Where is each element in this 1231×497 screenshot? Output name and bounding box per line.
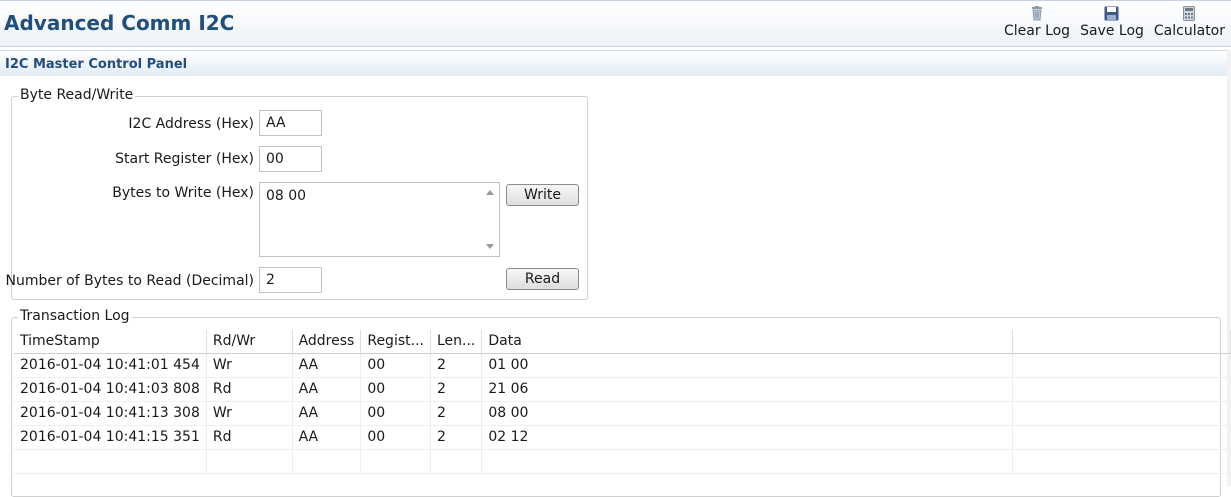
column-header-rd-wr[interactable]: Rd/Wr (206, 330, 293, 354)
table-row[interactable]: 2016-01-04 10:41:15 351 Rd AA 00 2 02 12 (14, 425, 1231, 450)
cell-data: 01 00 (481, 353, 1013, 378)
start-register-label: Start Register (Hex) (115, 151, 254, 167)
cell-filler (1012, 377, 1231, 402)
table-row[interactable]: 2016-01-04 10:41:13 308 Wr AA 00 2 08 00 (14, 401, 1231, 426)
table-row[interactable]: 2016-01-04 10:41:01 454 Wr AA 00 2 01 00 (14, 353, 1231, 378)
cell-address: AA (292, 377, 362, 402)
cell-address: AA (292, 401, 362, 426)
cell-timestamp: 2016-01-04 10:41:01 454 (14, 353, 207, 378)
cell-timestamp: 2016-01-04 10:41:03 808 (14, 377, 207, 402)
save-log-label: Save Log (1080, 23, 1144, 39)
cell-address: AA (292, 425, 362, 450)
column-header-length[interactable]: Len... (430, 330, 483, 354)
cell-timestamp: 2016-01-04 10:41:15 351 (14, 425, 207, 450)
write-button[interactable]: Write (506, 184, 579, 206)
textarea-scrollbar[interactable] (482, 183, 499, 256)
i2c-address-input[interactable] (259, 110, 322, 136)
column-header-filler (1012, 330, 1231, 354)
column-header-register[interactable]: Regist... (360, 330, 431, 354)
read-button[interactable]: Read (506, 268, 579, 290)
scroll-up-arrow-icon[interactable] (486, 190, 494, 195)
column-header-data[interactable]: Data (481, 330, 1013, 354)
cell-length: 2 (430, 353, 483, 378)
start-register-input[interactable] (259, 146, 322, 172)
panel-title: I2C Master Control Panel (5, 57, 188, 72)
calculator-icon (1180, 4, 1198, 22)
bytes-to-write-textarea[interactable]: 08 00 (259, 182, 500, 257)
cell-length: 2 (430, 401, 483, 426)
table-row-empty (14, 449, 1231, 474)
clear-log-button[interactable]: Clear Log (1004, 4, 1070, 44)
cell-data: 08 00 (481, 401, 1013, 426)
bytes-to-write-value: 08 00 (266, 188, 307, 204)
cell-timestamp: 2016-01-04 10:41:13 308 (14, 401, 207, 426)
cell-data: 21 06 (481, 377, 1013, 402)
save-log-button[interactable]: Save Log (1080, 4, 1144, 44)
transaction-log-table: TimeStamp Rd/Wr Address Regist... Len...… (14, 330, 1231, 474)
calculator-label: Calculator (1153, 23, 1225, 39)
cell-length: 2 (430, 425, 483, 450)
scroll-down-arrow-icon[interactable] (486, 244, 494, 249)
cell-filler (1012, 425, 1231, 450)
cell-register: 00 (360, 401, 431, 426)
column-header-timestamp[interactable]: TimeStamp (14, 330, 207, 354)
cell-rd-wr: Rd (206, 377, 293, 402)
bytes-to-read-label: Number of Bytes to Read (Decimal) (5, 273, 254, 289)
bytes-to-read-input[interactable] (259, 267, 322, 293)
cell-length: 2 (430, 377, 483, 402)
column-header-address[interactable]: Address (292, 330, 362, 354)
cell-register: 00 (360, 353, 431, 378)
bytes-to-write-label: Bytes to Write (Hex) (112, 185, 254, 201)
cell-data: 02 12 (481, 425, 1013, 450)
cell-filler (1012, 401, 1231, 426)
panel-header: I2C Master Control Panel (0, 50, 1231, 76)
cell-rd-wr: Wr (206, 353, 293, 378)
calculator-button[interactable]: Calculator (1154, 4, 1225, 44)
cell-register: 00 (360, 425, 431, 450)
table-header-row: TimeStamp Rd/Wr Address Regist... Len...… (14, 330, 1231, 354)
cell-rd-wr: Wr (206, 401, 293, 426)
cell-register: 00 (360, 377, 431, 402)
trash-icon (1028, 4, 1046, 22)
byte-read-write-legend: Byte Read/Write (18, 87, 136, 103)
app-title: Advanced Comm I2C (4, 11, 235, 35)
table-row[interactable]: 2016-01-04 10:41:03 808 Rd AA 00 2 21 06 (14, 377, 1231, 402)
floppy-disk-icon (1103, 4, 1121, 22)
toolbar: Clear Log Save Log Calculator (994, 4, 1225, 44)
transaction-log-legend: Transaction Log (18, 308, 132, 324)
title-bar: Advanced Comm I2C Clear Log Save Log Cal… (0, 0, 1231, 47)
clear-log-label: Clear Log (1004, 23, 1071, 39)
cell-address: AA (292, 353, 362, 378)
i2c-address-label: I2C Address (Hex) (128, 116, 254, 132)
cell-rd-wr: Rd (206, 425, 293, 450)
cell-filler (1012, 353, 1231, 378)
